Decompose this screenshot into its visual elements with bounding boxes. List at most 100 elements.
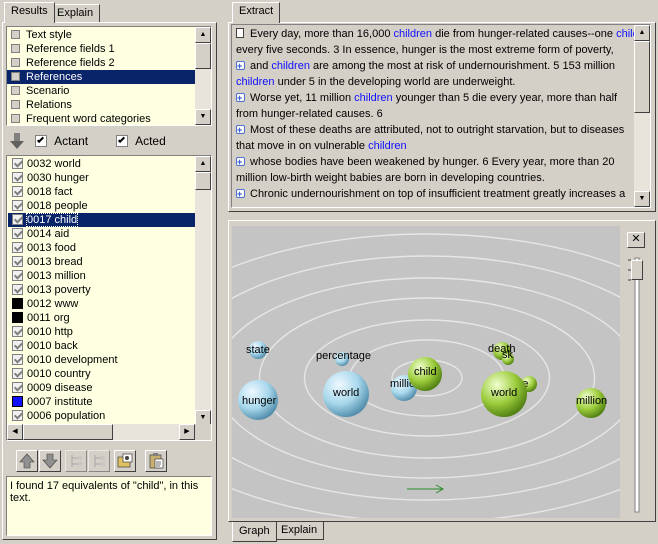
word-checkbox[interactable] <box>12 382 23 393</box>
word-item[interactable]: 0009 disease <box>8 381 211 395</box>
expand-plus-icon[interactable] <box>236 122 245 138</box>
graph-node[interactable]: child <box>408 357 442 391</box>
word-checkbox[interactable] <box>12 340 23 351</box>
actant-checkbox[interactable]: Actant <box>35 134 88 148</box>
word-checkbox[interactable] <box>12 270 23 281</box>
tab-extract[interactable]: Extract <box>232 2 281 23</box>
scroll-thumb[interactable] <box>195 43 211 69</box>
category-list[interactable]: Text style Reference fields 1 Reference fi… <box>6 26 212 126</box>
expand-plus-icon[interactable] <box>236 154 245 170</box>
word-checkbox[interactable] <box>12 284 23 295</box>
word-checkbox[interactable] <box>12 172 23 183</box>
highlighted-term[interactable]: children <box>368 140 407 152</box>
word-checkbox[interactable] <box>12 368 23 379</box>
word-item[interactable]: 0018 fact <box>8 185 211 199</box>
word-item[interactable]: 0010 development <box>8 353 211 367</box>
hscroll-thumb[interactable] <box>23 424 113 440</box>
word-item[interactable]: 0010 back <box>8 339 211 353</box>
tree-collapse-button[interactable] <box>88 450 110 472</box>
graph-canvas[interactable]: state percentage hunger world millio child dea… <box>232 226 620 518</box>
sort-down-arrow-icon[interactable] <box>9 132 25 150</box>
word-checkbox[interactable] <box>12 256 23 267</box>
word-item[interactable]: 0017 child <box>8 213 211 227</box>
graph-node-label: million <box>576 395 607 407</box>
word-item[interactable]: 0032 world <box>8 157 211 171</box>
word-item[interactable]: 0013 million <box>8 269 211 283</box>
tab-graph[interactable]: Graph <box>232 522 277 542</box>
clipboard-button[interactable] <box>145 450 167 472</box>
word-item[interactable]: 0006 population <box>8 409 211 423</box>
scroll-up-icon[interactable]: ▲ <box>634 25 650 41</box>
word-checkbox[interactable] <box>12 242 23 253</box>
word-checkbox[interactable] <box>12 396 23 407</box>
word-item[interactable]: 0011 org <box>8 311 211 325</box>
scroll-thumb[interactable] <box>195 172 211 190</box>
graph-node[interactable]: percentage <box>316 350 371 366</box>
graph-node[interactable]: world <box>323 371 369 417</box>
word-checkbox[interactable] <box>12 326 23 337</box>
word-item[interactable]: 0013 food <box>8 241 211 255</box>
graph-node[interactable]: million <box>576 388 607 418</box>
highlighted-term[interactable]: children <box>271 60 310 72</box>
graph-node[interactable]: sk <box>502 349 514 365</box>
category-item[interactable]: References <box>7 70 211 84</box>
highlighted-term[interactable]: children <box>394 28 433 40</box>
word-item[interactable]: 0030 hunger <box>8 171 211 185</box>
word-list[interactable]: 0032 world 0030 hunger 0018 fact 0018 peopl… <box>6 155 212 441</box>
word-item[interactable]: 0012 www <box>8 297 211 311</box>
word-checkbox[interactable] <box>12 158 23 169</box>
word-item[interactable]: 0010 http <box>8 325 211 339</box>
category-item[interactable]: Reference fields 1 <box>7 42 211 56</box>
category-item[interactable]: Frequent word categories <box>7 112 211 125</box>
word-checkbox[interactable] <box>12 312 23 323</box>
word-checkbox[interactable] <box>12 354 23 365</box>
scroll-left-icon[interactable]: ◀ <box>7 424 23 440</box>
word-checkbox[interactable] <box>12 298 23 309</box>
zoom-slider[interactable] <box>626 256 648 516</box>
expand-plus-icon[interactable] <box>236 186 245 202</box>
word-item[interactable]: 0018 people <box>8 199 211 213</box>
extract-scrollbar[interactable]: ▲ ▼ <box>634 25 650 207</box>
word-checkbox[interactable] <box>12 410 23 421</box>
word-item[interactable]: 0007 institute <box>8 395 211 409</box>
tab-explain-left[interactable]: Explain <box>50 4 101 23</box>
graph-node[interactable]: world <box>481 371 527 417</box>
graph-node[interactable]: hunger <box>238 380 278 420</box>
word-item[interactable]: 0013 bread <box>8 255 211 269</box>
word-item[interactable]: 0014 aid <box>8 227 211 241</box>
word-hscrollbar[interactable]: ◀ ▶ <box>7 424 195 440</box>
acted-checkbox[interactable]: Acted <box>116 134 166 148</box>
highlighted-term[interactable]: children <box>354 92 393 104</box>
word-checkbox[interactable] <box>12 200 23 211</box>
highlighted-term[interactable]: children <box>236 76 275 88</box>
scroll-up-icon[interactable]: ▲ <box>195 156 211 172</box>
word-item[interactable]: 0010 country <box>8 367 211 381</box>
word-checkbox[interactable] <box>12 214 23 225</box>
tree-expand-button[interactable] <box>65 450 87 472</box>
category-item[interactable]: Reference fields 2 <box>7 56 211 70</box>
extract-text-area[interactable]: Every day, more than 16,000 children die… <box>231 24 651 208</box>
word-checkbox[interactable] <box>12 186 23 197</box>
graph-close-button[interactable]: ✕ <box>627 232 645 248</box>
scroll-up-icon[interactable]: ▲ <box>195 27 211 43</box>
word-scrollbar[interactable]: ▲ ▼ <box>195 156 211 426</box>
expand-plus-icon[interactable] <box>236 58 245 74</box>
category-item[interactable]: Scenario <box>7 84 211 98</box>
category-label: Scenario <box>26 85 70 97</box>
word-checkbox[interactable] <box>12 228 23 239</box>
tab-explain-right[interactable]: Explain <box>274 522 325 540</box>
scroll-thumb[interactable] <box>634 41 650 113</box>
properties-button[interactable] <box>114 450 136 472</box>
scroll-down-icon[interactable]: ▼ <box>195 109 211 125</box>
expand-plus-icon[interactable] <box>236 90 245 106</box>
scroll-right-icon[interactable]: ▶ <box>179 424 195 440</box>
tab-results[interactable]: Results <box>4 2 55 23</box>
zoom-slider-thumb[interactable] <box>631 260 643 280</box>
move-down-button[interactable] <box>39 450 61 472</box>
move-up-button[interactable] <box>16 450 38 472</box>
category-item[interactable]: Relations <box>7 98 211 112</box>
scroll-down-icon[interactable]: ▼ <box>634 191 650 207</box>
category-item[interactable]: Text style <box>7 28 211 42</box>
word-item[interactable]: 0013 poverty <box>8 283 211 297</box>
category-scrollbar[interactable]: ▲ ▼ <box>195 27 211 125</box>
